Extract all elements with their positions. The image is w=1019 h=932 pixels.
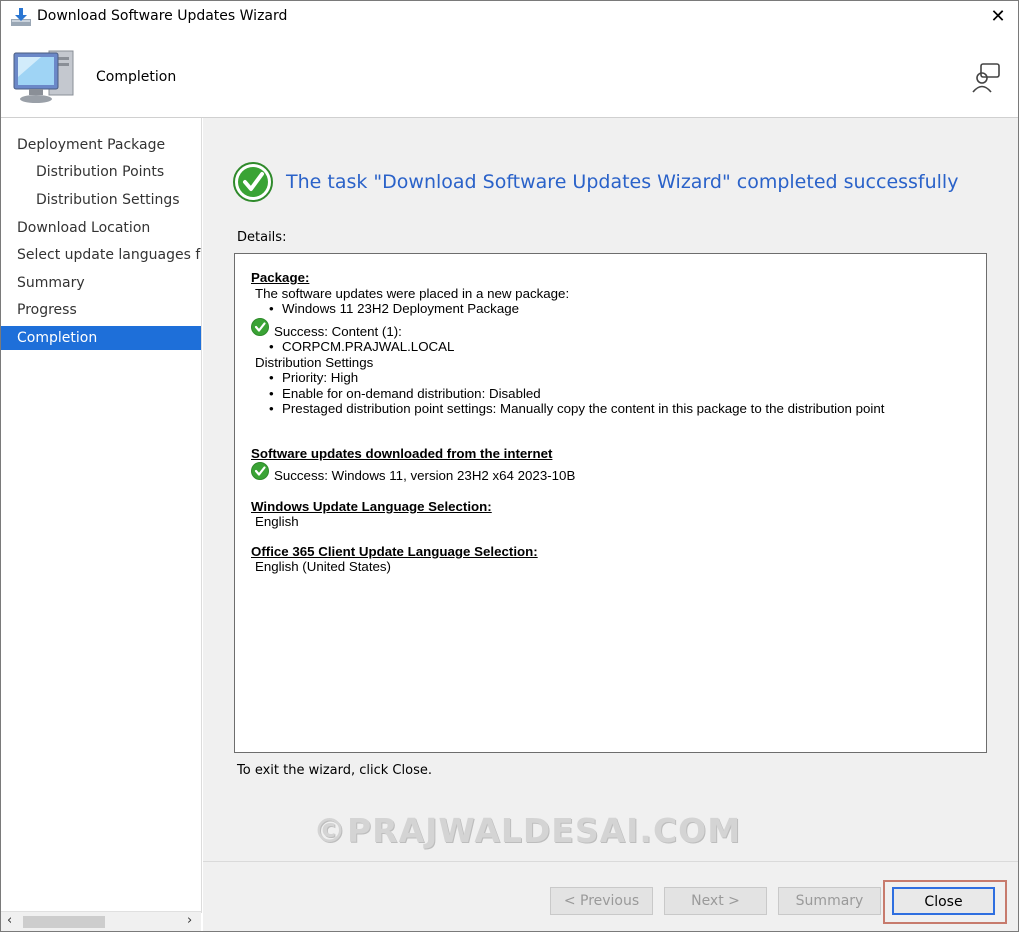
window-title: Download Software Updates Wizard — [37, 8, 288, 24]
nav-item-progress[interactable]: Progress — [1, 298, 201, 322]
success-check-icon — [233, 162, 273, 202]
wizard-content: The task "Download Software Updates Wiza… — [203, 118, 1018, 861]
priority: Priority: High — [269, 370, 358, 386]
nav-item-distribution-points[interactable]: Distribution Points — [1, 160, 201, 184]
close-icon[interactable]: ✕ — [979, 3, 1017, 31]
wizard-nav: Deployment Package Distribution Points D… — [1, 118, 202, 913]
content-success: Success: Content (1): — [274, 324, 402, 339]
summary-button[interactable]: Summary — [778, 887, 881, 915]
wu-language-heading: Windows Update Language Selection: — [251, 499, 492, 514]
exit-instructions: To exit the wizard, click Close. — [237, 763, 432, 778]
help-icon[interactable] — [969, 61, 1003, 95]
wizard-footer: < Previous Next > Summary Close — [203, 861, 1018, 931]
watermark: ©PRAJWALDESAI.COM — [313, 811, 742, 850]
success-check-icon — [251, 462, 269, 480]
on-demand: Enable for on-demand distribution: Disab… — [269, 386, 541, 402]
nav-item-download-location[interactable]: Download Location — [1, 216, 201, 240]
package-line: The software updates were placed in a ne… — [255, 286, 570, 301]
prestaged-settings: Prestaged distribution point settings: M… — [269, 401, 884, 417]
monitor-icon — [13, 50, 74, 103]
o365-language-heading: Office 365 Client Update Language Select… — [251, 544, 538, 559]
nav-item-completion[interactable]: Completion — [1, 326, 201, 350]
nav-item-distribution-settings[interactable]: Distribution Settings — [1, 188, 201, 212]
nav-item-update-languages[interactable]: Select update languages for — [1, 243, 201, 267]
nav-item-deployment-package[interactable]: Deployment Package — [1, 133, 201, 157]
downloaded-success: Success: Windows 11, version 23H2 x64 20… — [274, 468, 576, 483]
title-bar: Download Software Updates Wizard ✕ — [1, 1, 1018, 33]
nav-item-summary[interactable]: Summary — [1, 271, 201, 295]
package-name: Windows 11 23H2 Deployment Package — [269, 301, 519, 317]
package-heading: Package: — [251, 270, 310, 285]
downloaded-heading: Software updates downloaded from the int… — [251, 446, 553, 461]
nav-horizontal-scrollbar[interactable]: ‹ › — [1, 911, 201, 931]
page-title: Completion — [96, 69, 177, 85]
next-button[interactable]: Next > — [664, 887, 767, 915]
o365-language-value: English (United States) — [255, 559, 391, 574]
download-icon — [11, 8, 31, 26]
previous-button[interactable]: < Previous — [550, 887, 653, 915]
wu-language-value: English — [255, 514, 299, 529]
distribution-settings-label: Distribution Settings — [255, 355, 374, 370]
wizard-window: Download Software Updates Wizard ✕ Compl… — [0, 0, 1019, 932]
close-button[interactable]: Close — [892, 887, 995, 915]
success-check-icon — [251, 318, 269, 336]
scrollbar-thumb[interactable] — [23, 916, 105, 928]
scroll-right-icon[interactable]: › — [187, 913, 192, 928]
dp-name: CORPCM.PRAJWAL.LOCAL — [269, 339, 454, 355]
success-message: The task "Download Software Updates Wiza… — [286, 171, 959, 193]
wizard-header: Completion — [1, 33, 1018, 118]
details-panel[interactable]: Package: The software updates were place… — [234, 253, 987, 753]
scroll-left-icon[interactable]: ‹ — [7, 913, 12, 928]
details-label: Details: — [237, 230, 287, 245]
